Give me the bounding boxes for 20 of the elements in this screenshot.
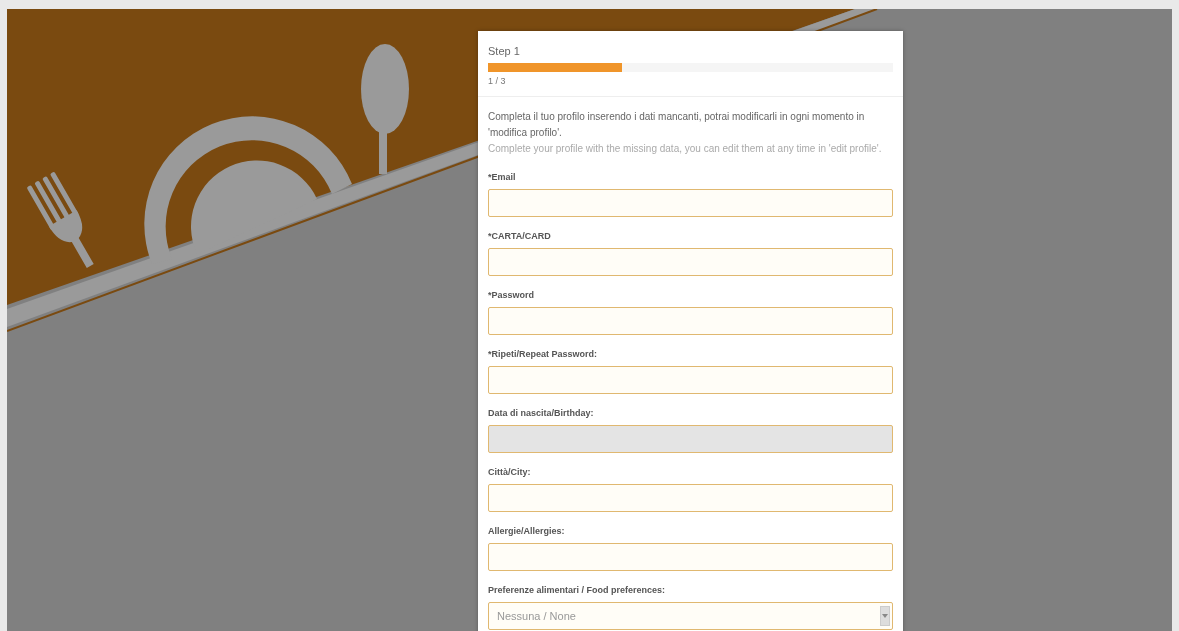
input-field[interactable] [488,366,893,394]
input-field[interactable] [488,248,893,276]
step-title: Step 1 [488,44,521,59]
intro-translation: Complete your profile with the missing data, you can edit them at any time in 'edit profile'. [488,142,883,156]
input-field[interactable] [488,543,893,571]
input-field[interactable] [488,307,893,335]
field-label: *Ripeti/Repeat Password: [488,348,599,360]
intro-text: Completa il tuo profilo inserendo i dati mancanti, potrai modificarli in ogni momento in 'modifica profilo'. [488,110,866,140]
field-label: Preferenze alimentari / Food preferences: [488,584,667,596]
field-label: Data di nascita/Birthday: [488,407,595,419]
scrollbar-icon[interactable] [880,606,890,626]
field-label: Città/City: [488,466,532,478]
field-label: *Email [488,171,517,183]
field-label: *Password [488,289,536,301]
input-field[interactable] [488,189,893,217]
step-counter: 1 / 3 [488,74,507,88]
select-field[interactable]: Nessuna / None [488,602,893,630]
field-label: Allergie/Allergies: [488,525,566,537]
input-field[interactable] [488,484,893,512]
field-label: *CARTA/CARD [488,230,552,242]
